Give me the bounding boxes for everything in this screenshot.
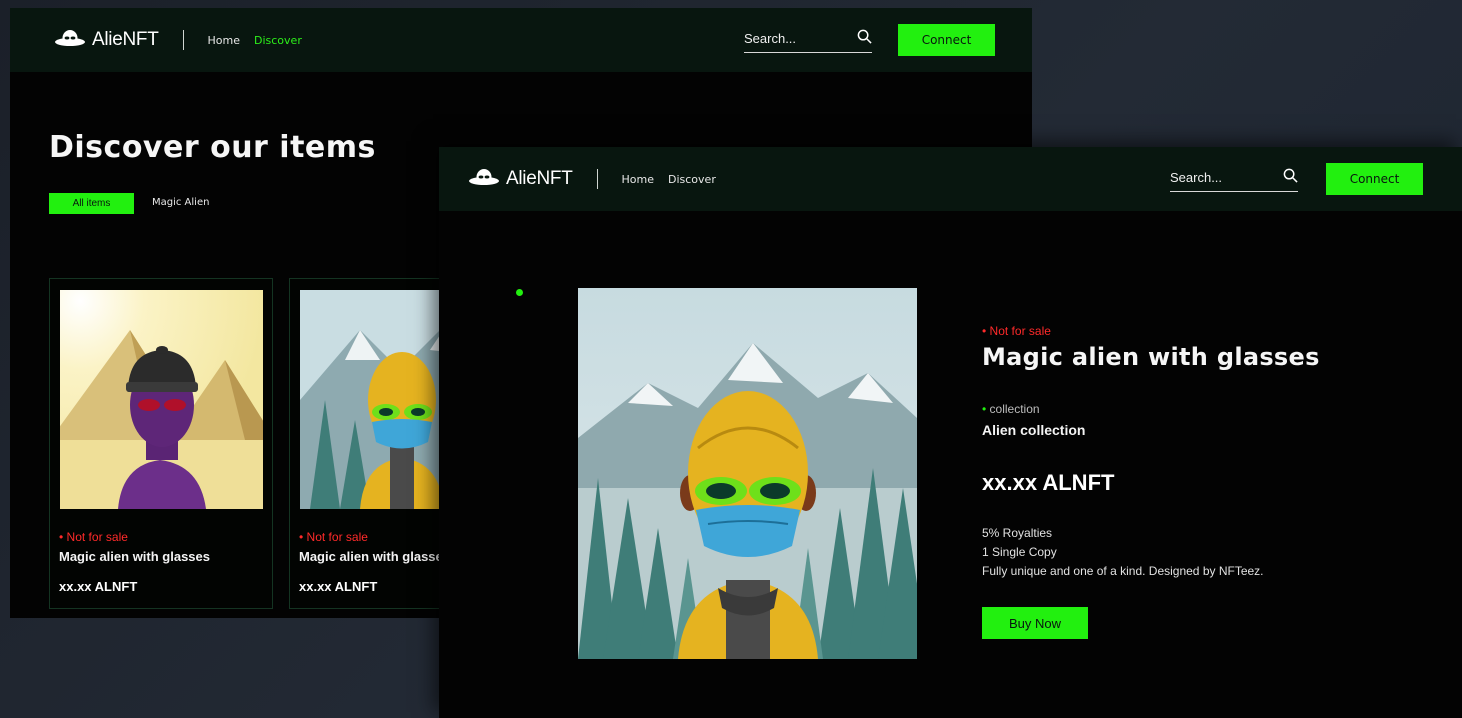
copies-text: 1 Single Copy — [982, 545, 1057, 559]
item-detail-window: AlieNFT Home Discover Connect — [439, 147, 1462, 718]
nav-discover[interactable]: Discover — [668, 173, 716, 186]
page-title: Discover our items — [49, 130, 376, 165]
connect-button[interactable]: Connect — [898, 24, 995, 56]
logo-text: AlieNFT — [506, 168, 573, 189]
logo[interactable]: AlieNFT — [468, 168, 573, 190]
sale-status: • Not for sale — [59, 530, 128, 544]
nft-image-forest-alien-large — [578, 288, 917, 659]
nav-home[interactable]: Home — [208, 34, 240, 47]
top-nav: AlieNFT Home Discover Connect — [10, 8, 1032, 72]
connect-button[interactable]: Connect — [1326, 163, 1423, 195]
search-input[interactable] — [1170, 164, 1275, 190]
sale-status: • Not for sale — [299, 530, 368, 544]
nft-image-desert-alien[interactable] — [60, 290, 263, 509]
royalties-text: 5% Royalties — [982, 526, 1053, 540]
buy-now-button[interactable]: Buy Now — [982, 607, 1088, 639]
alien-logo-icon — [469, 169, 499, 185]
nft-price: xx.xx ALNFT — [59, 579, 138, 594]
nft-name[interactable]: Magic alien with glasses — [299, 549, 450, 564]
nft-name[interactable]: Magic alien with glasses — [59, 549, 210, 564]
search-box — [744, 25, 872, 53]
alien-logo-icon — [55, 30, 85, 46]
filter-magic-alien[interactable]: Magic Alien — [152, 197, 209, 208]
nav-divider — [596, 169, 598, 189]
search-input[interactable] — [744, 25, 849, 51]
nav-home[interactable]: Home — [622, 173, 654, 186]
search-icon[interactable] — [1283, 168, 1298, 183]
nft-price: xx.xx ALNFT — [982, 470, 1115, 495]
nft-card[interactable]: • Not for sale Magic alien with glasses … — [49, 278, 273, 609]
indicator-dot — [516, 289, 523, 296]
nft-price: xx.xx ALNFT — [299, 579, 378, 594]
nav-discover[interactable]: Discover — [254, 34, 302, 47]
description-text: Fully unique and one of a kind. Designed… — [982, 564, 1264, 578]
collection-name[interactable]: Alien collection — [982, 422, 1085, 438]
collection-label: • collection — [982, 402, 1040, 416]
nav-divider — [182, 30, 184, 50]
filter-all-items[interactable]: All items — [49, 193, 134, 214]
search-icon[interactable] — [857, 29, 872, 44]
logo[interactable]: AlieNFT — [54, 29, 159, 51]
search-box — [1170, 164, 1298, 192]
sale-status: • Not for sale — [982, 324, 1051, 338]
logo-text: AlieNFT — [92, 29, 159, 50]
top-nav: AlieNFT Home Discover Connect — [439, 147, 1462, 211]
nft-title: Magic alien with glasses — [982, 343, 1320, 371]
